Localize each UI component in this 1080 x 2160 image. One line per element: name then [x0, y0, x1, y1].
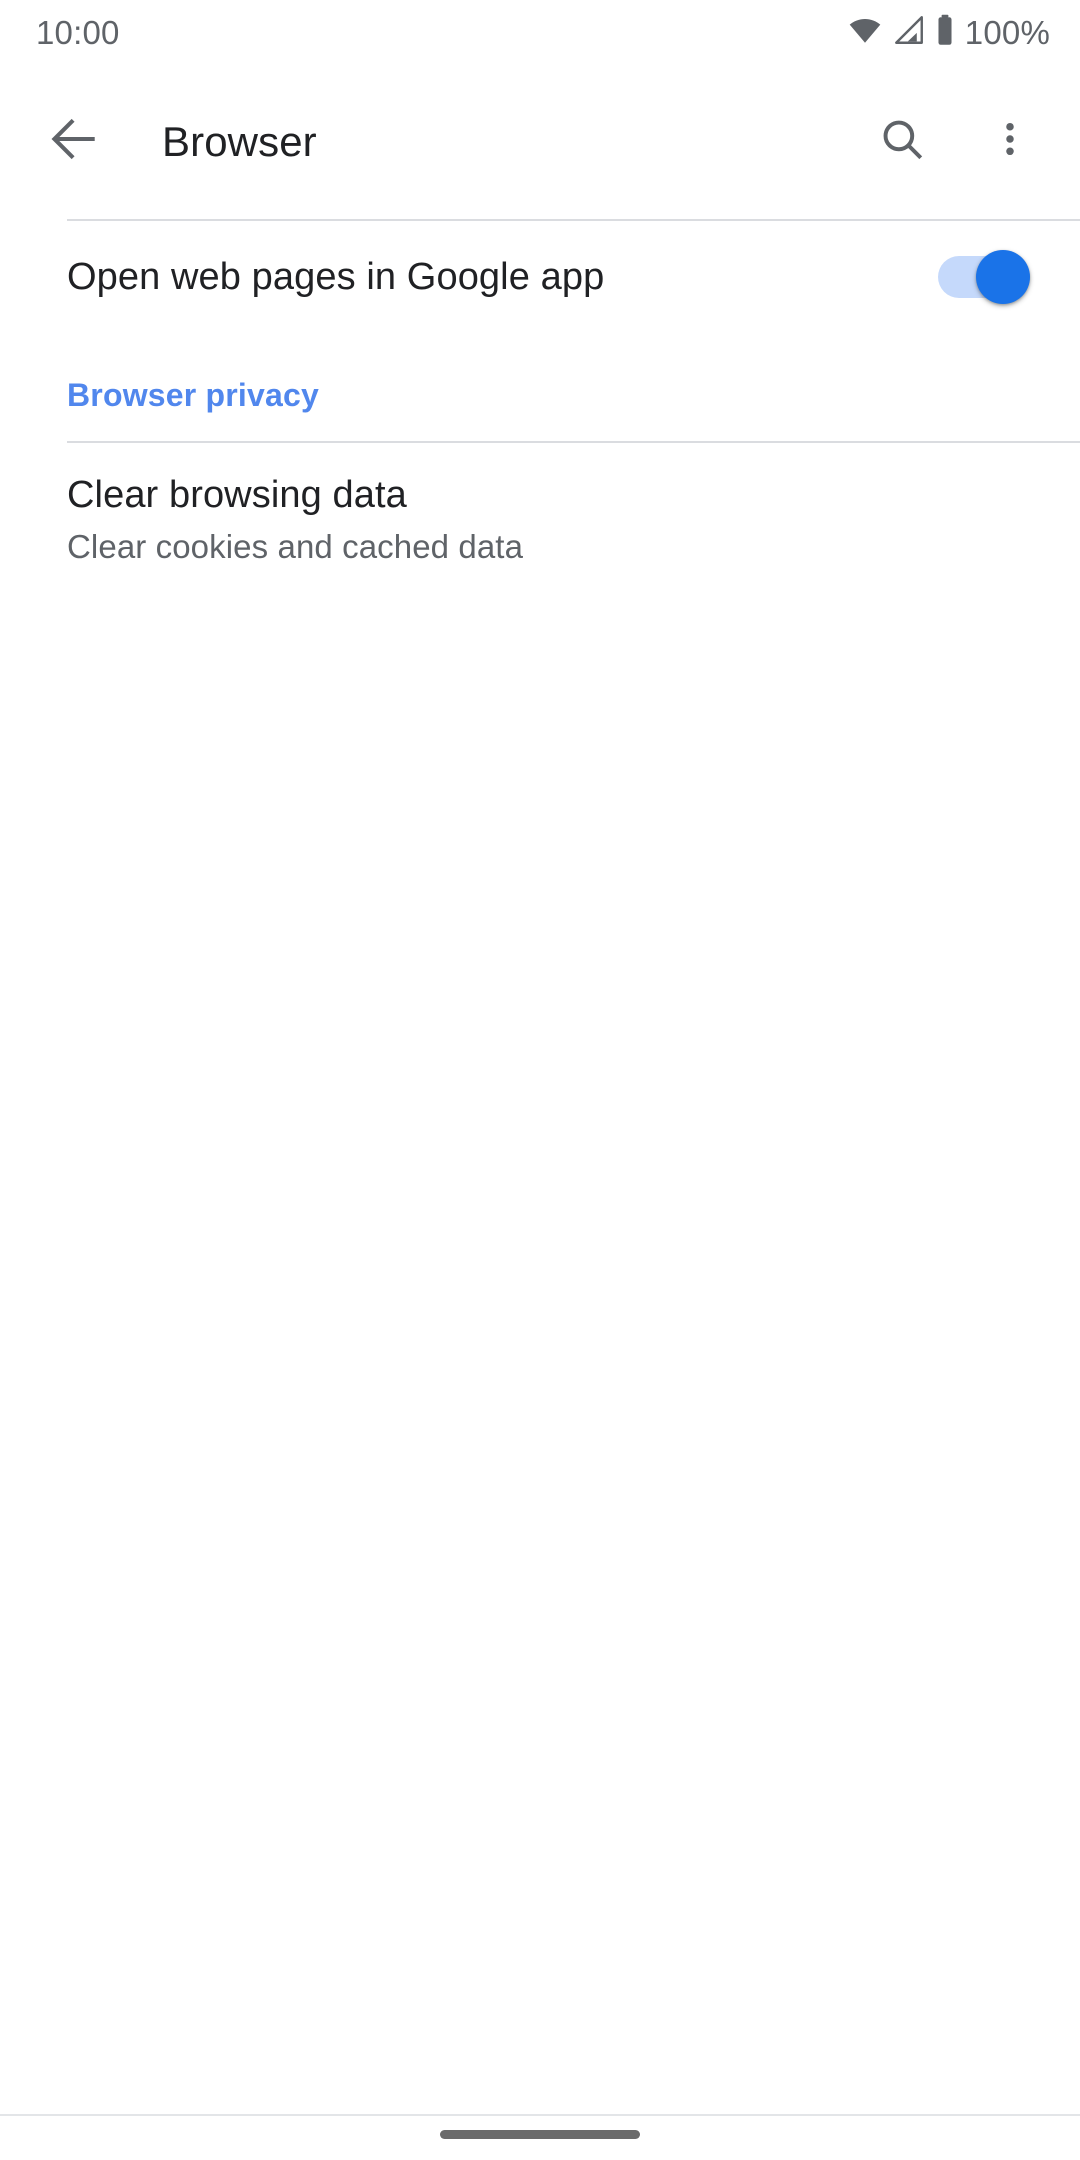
more-options-icon	[988, 117, 1032, 166]
status-icons-group: 100%	[839, 13, 1050, 52]
overflow-menu-button[interactable]	[970, 102, 1050, 182]
app-bar: Browser	[0, 64, 1080, 219]
wifi-icon	[846, 13, 884, 52]
page-title: Browser	[162, 117, 317, 165]
back-button[interactable]	[38, 106, 110, 178]
pref-title: Open web pages in Google app	[67, 255, 605, 298]
section-header-label: Browser privacy	[67, 377, 320, 413]
search-icon	[877, 114, 927, 169]
pref-summary: Clear cookies and cached data	[67, 527, 524, 565]
status-bar: 10:00 100%	[0, 0, 1080, 64]
pref-texts: Clear browsing data Clear cookies and ca…	[67, 473, 1040, 566]
battery-percent-label: 100%	[964, 13, 1050, 51]
pref-title: Clear browsing data	[67, 474, 407, 516]
settings-content: Open web pages in Google app Browser pri…	[0, 219, 1080, 583]
open-web-pages-switch[interactable]	[938, 250, 1030, 304]
status-clock: 10:00	[36, 13, 120, 51]
battery-icon	[934, 13, 956, 52]
home-gesture-pill[interactable]	[440, 2129, 640, 2139]
section-header-browser-privacy: Browser privacy	[0, 333, 1080, 441]
search-button[interactable]	[862, 102, 942, 182]
cell-signal-icon	[891, 13, 927, 52]
pref-texts: Open web pages in Google app	[67, 255, 938, 300]
switch-thumb	[976, 250, 1030, 304]
pref-open-web-pages-in-google-app[interactable]: Open web pages in Google app	[0, 221, 1080, 333]
system-navigation-bar	[0, 2116, 1080, 2160]
pref-clear-browsing-data[interactable]: Clear browsing data Clear cookies and ca…	[0, 443, 1080, 583]
back-arrow-icon	[46, 111, 102, 172]
